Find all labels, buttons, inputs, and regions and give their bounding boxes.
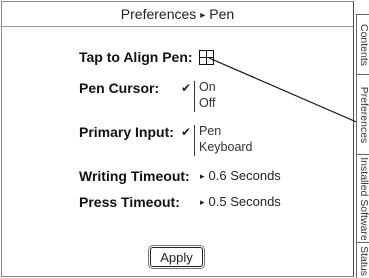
press-timeout-label: Press Timeout: (79, 194, 180, 210)
apply-button[interactable]: Apply (150, 247, 203, 267)
screen: Preferences ▸ Pen Tap to Align Pen: Pen Cu… (0, 0, 369, 278)
tab-preferences-label: Preferences (358, 86, 369, 143)
tab-installed-software[interactable]: Installed Software (356, 154, 369, 242)
primary-input-option-pen[interactable]: Pen (199, 124, 221, 138)
triangle-right-icon: ▸ (200, 197, 205, 207)
pen-cursor-label: Pen Cursor: (79, 80, 160, 96)
tab-preferences[interactable]: Preferences (356, 74, 369, 154)
choice-divider (194, 81, 195, 112)
primary-input-option-keyboard[interactable]: Keyboard (199, 140, 253, 154)
pen-cursor-option-off[interactable]: Off (199, 96, 215, 110)
check-icon: ✔ (181, 81, 192, 95)
pen-cursor-option-on[interactable]: On (199, 80, 216, 94)
tab-contents[interactable]: Contents (356, 14, 369, 74)
align-pen-target-button[interactable] (199, 50, 214, 65)
notebook-tabs: Contents Preferences Installed Software … (356, 0, 369, 278)
tap-align-label: Tap to Align Pen: (79, 49, 193, 65)
press-timeout-popup[interactable]: ▸ 0.5 Seconds (200, 194, 281, 209)
window-title: Preferences ▸ Pen (2, 6, 353, 22)
primary-input-label: Primary Input: (79, 124, 174, 140)
tab-installed-software-label: Installed Software (358, 156, 369, 241)
tab-status[interactable]: Status (356, 242, 369, 278)
primary-input-choice: ✔ Pen Keyboard (181, 123, 271, 159)
writing-timeout-value: 0.6 Seconds (208, 168, 281, 183)
title-separator-icon: ▸ (200, 10, 206, 21)
title-section: Preferences (120, 6, 197, 22)
title-page: Pen (209, 6, 235, 22)
tab-status-label: Status (358, 245, 369, 276)
choice-divider (194, 125, 195, 156)
writing-timeout-popup[interactable]: ▸ 0.6 Seconds (200, 168, 281, 183)
check-icon: ✔ (181, 125, 192, 139)
press-timeout-value: 0.5 Seconds (208, 194, 281, 209)
tab-contents-label: Contents (358, 23, 369, 66)
preferences-window: Preferences ▸ Pen Tap to Align Pen: Pen Cu… (1, 1, 354, 277)
title-bar: Preferences ▸ Pen (2, 2, 353, 27)
triangle-right-icon: ▸ (200, 171, 205, 181)
pen-cursor-choice: ✔ On Off (181, 79, 241, 115)
writing-timeout-label: Writing Timeout: (79, 168, 190, 184)
